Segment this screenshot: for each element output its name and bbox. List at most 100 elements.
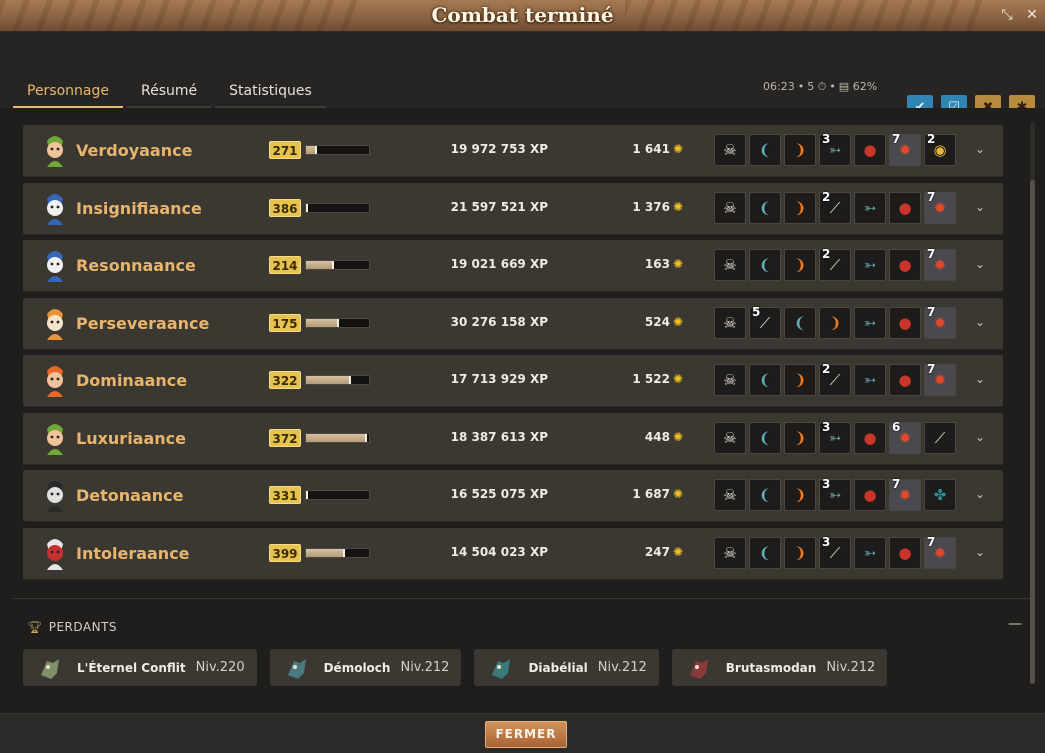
dragon-icon[interactable]: ✹ 7	[924, 189, 956, 224]
losers-title: PERDANTS	[48, 620, 118, 634]
skull-charm-icon[interactable]: ☠	[714, 479, 746, 511]
fish-icon[interactable]: ➳ 3	[819, 132, 851, 166]
dragon-icon[interactable]: ✹ 7	[924, 362, 956, 396]
chevron-down-icon[interactable]: ⌄	[975, 315, 985, 329]
bone-blade-icon[interactable]: ⟋ 2	[819, 247, 851, 281]
tab-bar: Personnage Résumé Statistiques	[13, 80, 330, 108]
fish-icon[interactable]: ➳	[854, 536, 886, 569]
close-button[interactable]: FERMER	[485, 721, 567, 748]
collapse-icon[interactable]: —	[1008, 616, 1022, 632]
avatar	[37, 421, 73, 457]
red-shell-icon[interactable]: ●	[889, 191, 921, 224]
winner-row[interactable]: Insignifiaance 386 21 597 521 XP 1 376 ✺ …	[23, 182, 1003, 235]
fish-icon[interactable]: ➳ 3	[819, 477, 851, 511]
skull-charm-icon[interactable]: ☠	[714, 306, 746, 339]
teal-claw-icon[interactable]: ✤	[924, 479, 956, 511]
loser-item[interactable]: Diabélial Niv.212	[474, 649, 659, 686]
fish-icon[interactable]: ➳	[854, 364, 886, 396]
fish-icon[interactable]: ➳ 3	[819, 420, 851, 454]
loot-items: ☠ ❨ ❩ ➳ 3 ● ✹ 6 ⟋	[714, 420, 956, 454]
winner-row[interactable]: Resonnaance 214 19 021 669 XP 163 ✺ ☠ ❨ ❩ ⟋ 2…	[23, 240, 1003, 292]
winner-row[interactable]: Dominaance 322 17 713 929 XP 1 522 ✺ ☠ ❨ ❩ ⟋…	[23, 355, 1003, 407]
loser-item[interactable]: Démoloch Niv.212	[269, 649, 462, 686]
red-shell-icon[interactable]: ●	[854, 134, 886, 166]
red-shell-icon[interactable]: ●	[889, 306, 921, 339]
winner-row[interactable]: Luxuriaance 372 18 387 613 XP 448 ✺ ☠ ❨ ❩ ➳ 3…	[23, 412, 1003, 465]
dragon-icon[interactable]: ✹ 7	[889, 477, 921, 511]
blade-icon[interactable]: ❨	[749, 421, 781, 454]
item-quantity: 7	[927, 247, 936, 261]
bone-blade-icon[interactable]: ⟋	[924, 421, 956, 454]
minimize-icon[interactable]: ⤡	[999, 7, 1015, 23]
flame-tail-icon[interactable]: ❩	[784, 191, 816, 224]
dragon-icon[interactable]: ✹ 7	[924, 535, 956, 569]
blade-icon[interactable]: ❨	[749, 249, 781, 281]
fish-icon[interactable]: ➳	[854, 249, 886, 281]
winner-row[interactable]: Detonaance 331 16 525 075 XP 1 687 ✺ ☠ ❨ ❩ ➳…	[23, 470, 1003, 522]
dragon-icon[interactable]: ✹ 7	[924, 247, 956, 281]
chevron-down-icon[interactable]: ⌄	[975, 257, 985, 271]
avatar	[37, 133, 73, 169]
flame-tail-icon[interactable]: ❩	[784, 536, 816, 569]
level-badge: 214	[269, 256, 301, 274]
tab-resume[interactable]: Résumé	[127, 80, 212, 108]
red-shell-icon[interactable]: ●	[854, 479, 886, 511]
scrollbar-thumb[interactable]	[1030, 180, 1035, 684]
monster-name: L'Éternel Conflit	[77, 660, 186, 675]
item-quantity: 7	[927, 189, 936, 204]
fish-icon[interactable]: ➳	[854, 306, 886, 339]
gold-orb-icon[interactable]: ◉ 2	[924, 132, 956, 166]
bone-blade-icon[interactable]: ⟋ 5	[749, 305, 781, 339]
skull-charm-icon[interactable]: ☠	[714, 421, 746, 454]
blade-icon[interactable]: ❨	[749, 191, 781, 224]
kamas-gained: 524 ✺	[583, 315, 683, 329]
dragon-icon[interactable]: ✹ 6	[889, 420, 921, 454]
chevron-down-icon[interactable]: ⌄	[975, 545, 985, 559]
chevron-down-icon[interactable]: ⌄	[975, 142, 985, 156]
bone-blade-icon[interactable]: ⟋ 3	[819, 535, 851, 569]
flame-tail-icon[interactable]: ❩	[784, 421, 816, 454]
dragon-icon[interactable]: ✹ 7	[924, 305, 956, 339]
flame-tail-icon[interactable]: ❩	[784, 249, 816, 281]
chevron-down-icon[interactable]: ⌄	[975, 430, 985, 444]
tab-statistiques[interactable]: Statistiques	[215, 80, 326, 108]
dragon-icon[interactable]: ✹ 7	[889, 132, 921, 166]
winner-row[interactable]: Perseveraance 175 30 276 158 XP 524 ✺ ☠ ⟋ 5…	[23, 297, 1003, 350]
flame-tail-icon[interactable]: ❩	[784, 134, 816, 166]
red-shell-icon[interactable]: ●	[889, 249, 921, 281]
character-name: Verdoyaance	[76, 141, 193, 160]
red-shell-icon[interactable]: ●	[854, 421, 886, 454]
blade-icon[interactable]: ❨	[749, 364, 781, 396]
blade-icon[interactable]: ❨	[749, 536, 781, 569]
flame-tail-icon[interactable]: ❩	[784, 479, 816, 511]
bone-blade-icon[interactable]: ⟋ 2	[819, 190, 851, 224]
skull-charm-icon[interactable]: ☠	[714, 191, 746, 224]
level-badge: 372	[269, 428, 301, 447]
skull-charm-icon[interactable]: ☠	[714, 249, 746, 281]
bone-blade-icon[interactable]: ⟋ 2	[819, 362, 851, 396]
red-shell-icon[interactable]: ●	[889, 364, 921, 396]
fish-icon[interactable]: ➳	[854, 191, 886, 224]
flame-tail-icon[interactable]: ❩	[784, 364, 816, 396]
skull-charm-icon[interactable]: ☠	[714, 536, 746, 569]
red-shell-icon[interactable]: ●	[889, 536, 921, 569]
skull-charm-icon[interactable]: ☠	[714, 134, 746, 166]
close-icon[interactable]: ✕	[1024, 7, 1040, 23]
blade-icon[interactable]: ❨	[749, 479, 781, 511]
kamas-value: 163	[644, 257, 670, 271]
loser-item[interactable]: L'Éternel Conflit Niv.220	[23, 649, 257, 686]
item-quantity: 7	[892, 132, 901, 146]
chevron-down-icon[interactable]: ⌄	[975, 200, 985, 214]
tab-personnage[interactable]: Personnage	[13, 80, 123, 108]
flame-tail-icon[interactable]: ❩	[819, 306, 851, 339]
chevron-down-icon[interactable]: ⌄	[975, 487, 985, 501]
blade-icon[interactable]: ❨	[784, 306, 816, 339]
chevron-down-icon[interactable]: ⌄	[975, 372, 985, 386]
scrollbar[interactable]	[1030, 122, 1035, 684]
monster-icon	[287, 658, 306, 679]
loser-item[interactable]: Brutasmodan Niv.212	[671, 649, 888, 686]
winner-row[interactable]: Verdoyaance 271 19 972 753 XP 1 641 ✺ ☠ ❨ ❩…	[23, 125, 1003, 177]
blade-icon[interactable]: ❨	[749, 134, 781, 166]
winner-row[interactable]: Intoleraance 399 14 504 023 XP 247 ✺ ☠ ❨ ❩ ⟋…	[23, 527, 1003, 580]
skull-charm-icon[interactable]: ☠	[714, 364, 746, 396]
